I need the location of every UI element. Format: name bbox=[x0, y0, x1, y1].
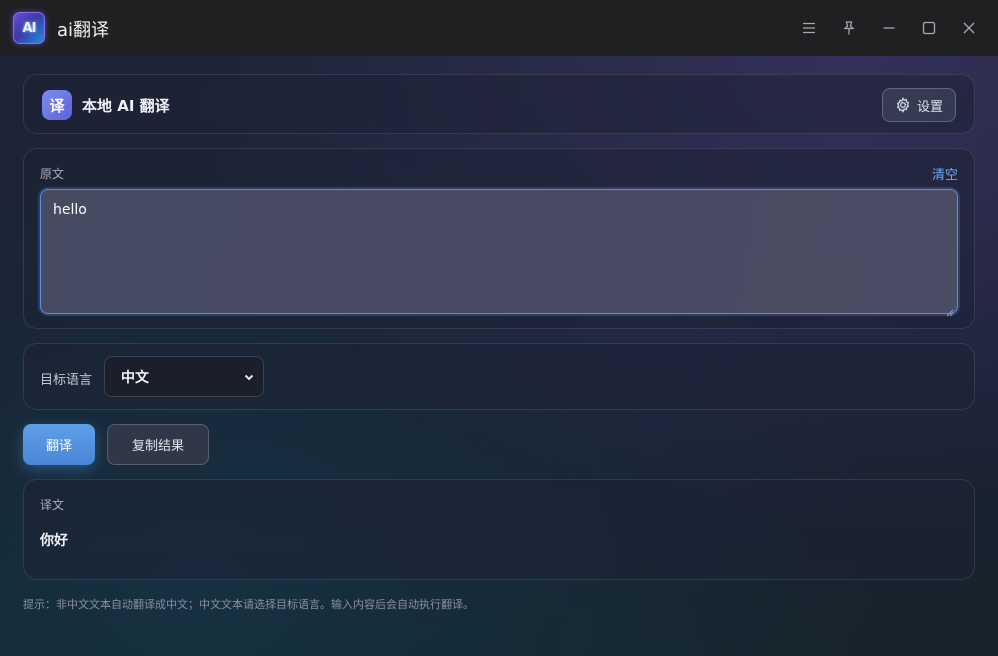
window-title: ai翻译 bbox=[57, 20, 110, 41]
settings-button[interactable]: 设置 bbox=[882, 88, 956, 122]
source-label: 原文 bbox=[40, 167, 65, 181]
pin-button[interactable] bbox=[835, 14, 863, 42]
app-logo-text: AI bbox=[22, 20, 37, 36]
source-card: 原文 清空 bbox=[23, 148, 975, 329]
clear-button[interactable]: 清空 bbox=[932, 164, 958, 183]
pin-icon bbox=[843, 21, 855, 35]
result-card: 译文 你好 bbox=[23, 479, 975, 580]
menu-icon bbox=[803, 22, 815, 34]
maximize-icon bbox=[922, 21, 936, 35]
app-logo-icon: AI bbox=[13, 12, 45, 44]
brand-title: 本地 AI 翻译 bbox=[82, 97, 170, 115]
target-language-label: 目标语言 bbox=[40, 373, 93, 388]
resize-grip-icon[interactable] bbox=[946, 302, 954, 317]
title-bar: AI ai翻译 bbox=[0, 0, 998, 56]
hint-text: 提示：非中文文本自动翻译成中文；中文文本请选择目标语言。输入内容后会自动执行翻译… bbox=[23, 598, 474, 611]
close-button[interactable] bbox=[955, 14, 983, 42]
target-language-value: 中文 bbox=[121, 369, 149, 386]
close-icon bbox=[963, 22, 975, 34]
result-text: 你好 bbox=[40, 533, 68, 549]
settings-label: 设置 bbox=[916, 99, 943, 115]
menu-button[interactable] bbox=[795, 14, 823, 42]
minimize-button[interactable] bbox=[875, 14, 903, 42]
translate-button[interactable]: 翻译 bbox=[23, 424, 95, 465]
minimize-icon bbox=[883, 27, 895, 29]
maximize-button[interactable] bbox=[915, 14, 943, 42]
result-label: 译文 bbox=[40, 498, 65, 512]
gear-icon bbox=[896, 97, 910, 113]
source-text-input[interactable] bbox=[40, 189, 958, 314]
target-language-select[interactable]: 中文 bbox=[104, 356, 264, 397]
copy-result-button[interactable]: 复制结果 bbox=[107, 424, 209, 465]
brand-icon: 译 bbox=[42, 90, 72, 120]
header-card: 译 本地 AI 翻译 设置 bbox=[23, 74, 975, 134]
chevron-down-icon bbox=[243, 371, 255, 387]
language-card: 目标语言 中文 bbox=[23, 343, 975, 410]
